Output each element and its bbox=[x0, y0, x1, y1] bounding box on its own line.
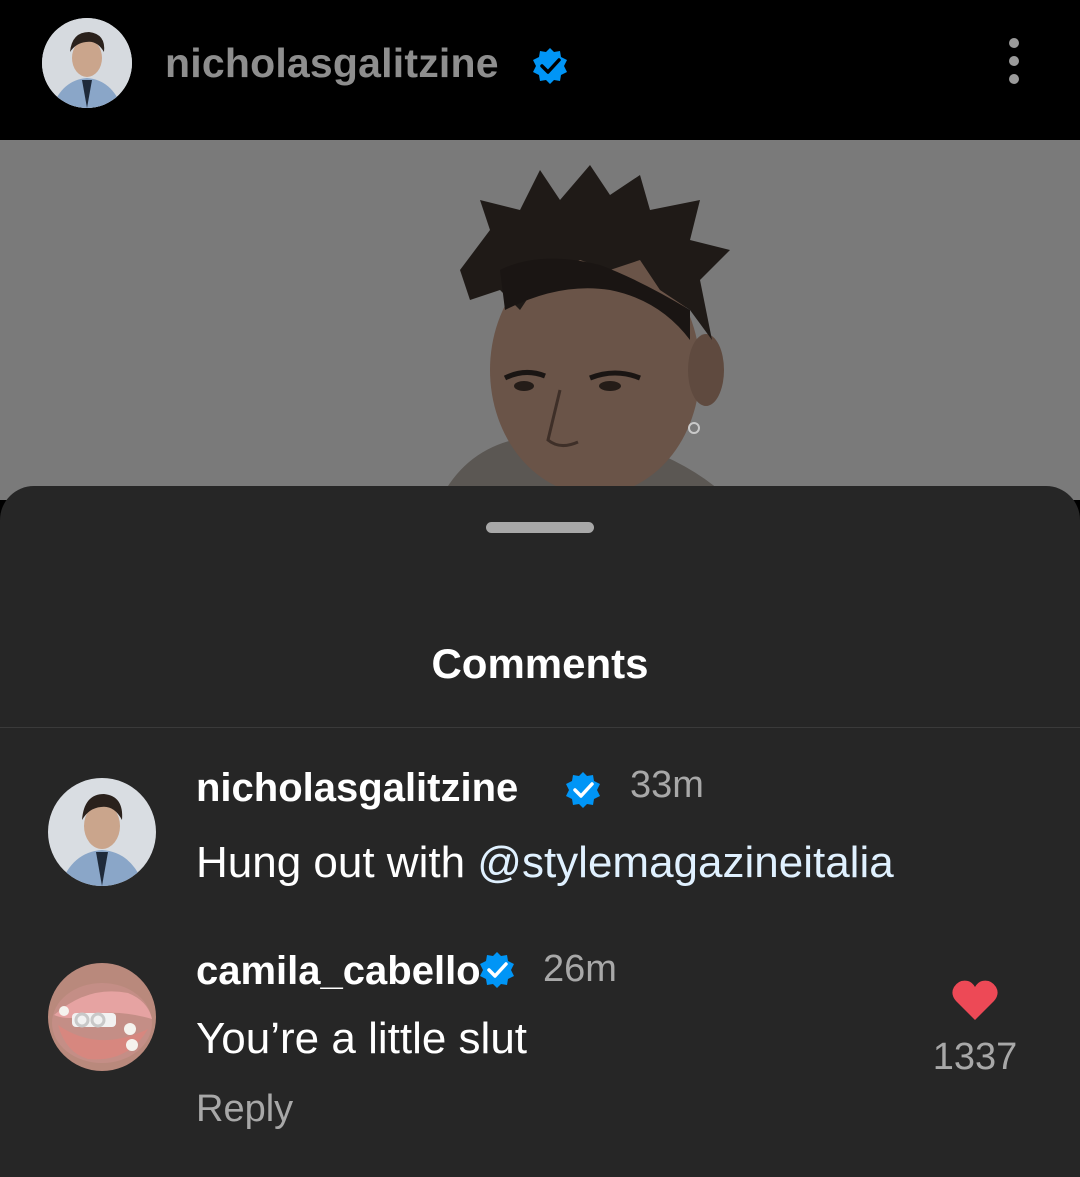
comment-username[interactable]: nicholasgalitzine bbox=[196, 766, 518, 811]
post-image bbox=[0, 140, 1080, 500]
verified-badge-icon bbox=[566, 772, 600, 808]
comment-text: Hung out with @stylemagazineitalia bbox=[196, 838, 894, 888]
comment-time: 26m bbox=[543, 948, 617, 990]
verified-badge-icon bbox=[533, 48, 567, 84]
comments-title: Comments bbox=[431, 640, 649, 687]
reply-button[interactable]: Reply bbox=[196, 1088, 293, 1131]
divider bbox=[0, 727, 1080, 728]
comment-text: You’re a little slut bbox=[196, 1014, 528, 1063]
more-vertical-icon[interactable] bbox=[996, 38, 1032, 90]
mention-link[interactable]: @stylemagazineitalia bbox=[477, 838, 893, 887]
comment-avatar[interactable] bbox=[48, 778, 156, 886]
comment-text-prefix: Hung out with bbox=[196, 838, 478, 887]
like-count: 1337 bbox=[932, 1036, 1018, 1078]
drag-handle[interactable] bbox=[486, 522, 594, 533]
header-username[interactable]: nicholasgalitzine bbox=[165, 40, 499, 87]
post-header: nicholasgalitzine bbox=[0, 0, 1080, 140]
profile-avatar[interactable] bbox=[42, 18, 132, 108]
verified-badge-icon bbox=[480, 952, 514, 988]
comment-avatar[interactable] bbox=[48, 963, 156, 1071]
comments-sheet: Comments nicholasgalitzine 33m Hung out … bbox=[0, 486, 1080, 1177]
heart-icon[interactable] bbox=[950, 978, 1000, 1022]
comment-time: 33m bbox=[630, 764, 704, 806]
comment-username[interactable]: camila_cabello bbox=[196, 949, 481, 994]
